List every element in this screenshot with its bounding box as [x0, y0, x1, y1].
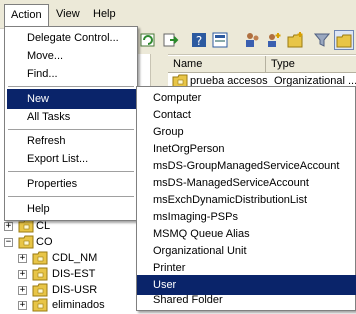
collapse-toggle[interactable]: − [4, 238, 13, 247]
menu-item-properties[interactable]: Properties [7, 174, 157, 194]
ou-folder-icon [32, 267, 48, 281]
menu-item-new[interactable]: New ▶ [7, 89, 157, 109]
add-ou-icon[interactable] [286, 31, 304, 49]
menu-separator [8, 171, 134, 172]
svg-text:?: ? [196, 34, 202, 48]
menu-separator [8, 129, 134, 130]
submenu-item-shared-folder[interactable]: Shared Folder [137, 292, 356, 309]
toolbar: ? [137, 28, 356, 55]
menu-item-help[interactable]: Help [7, 199, 157, 219]
menu-bar: Action View Help [0, 0, 356, 29]
column-header-type[interactable]: Type [266, 56, 356, 72]
expand-toggle[interactable]: + [18, 270, 27, 279]
menu-item-export-list[interactable]: Export List... [7, 149, 157, 169]
new-submenu: Computer Contact Group InetOrgPerson msD… [136, 86, 356, 311]
tree-item-label: DIS-EST [52, 268, 96, 280]
expand-toggle[interactable]: + [4, 222, 13, 231]
add-user-icon[interactable] [264, 31, 282, 49]
folder-icon[interactable] [334, 30, 354, 50]
menu-separator [8, 196, 134, 197]
menu-item-all-tasks[interactable]: All Tasks ▶ [7, 107, 157, 127]
menu-item-refresh[interactable]: Refresh [7, 131, 157, 151]
menu-action[interactable]: Action [4, 4, 49, 28]
tree-item-label: eliminados [52, 299, 105, 311]
ou-folder-icon [18, 235, 34, 249]
ou-folder-icon [32, 251, 48, 265]
menu-item-label: New [27, 93, 50, 105]
expand-toggle[interactable]: + [18, 254, 27, 263]
menu-item-delegate-control[interactable]: Delegate Control... [7, 28, 157, 48]
ou-folder-icon [18, 219, 34, 233]
expand-toggle[interactable]: + [18, 301, 27, 310]
action-menu: Delegate Control... Move... Find... New … [4, 26, 157, 221]
menu-item-label: All Tasks [27, 111, 71, 123]
properties-icon[interactable] [211, 31, 229, 49]
menu-item-move[interactable]: Move... [7, 46, 157, 66]
column-header-name[interactable]: Name [168, 56, 266, 72]
filter-icon[interactable] [313, 31, 331, 49]
ou-folder-icon [32, 283, 48, 297]
menu-view[interactable]: View [50, 4, 86, 24]
export-list-icon[interactable] [161, 31, 179, 49]
menu-help[interactable]: Help [87, 4, 122, 24]
users-icon[interactable] [243, 31, 261, 49]
menu-item-find[interactable]: Find... [7, 64, 157, 84]
help-icon[interactable]: ? [190, 31, 208, 49]
ou-folder-icon [32, 298, 48, 312]
tree-item-label: CO [36, 236, 53, 248]
list-header: Name Type [168, 56, 356, 73]
expand-toggle[interactable]: + [18, 286, 27, 295]
tree-item-label: CDL_NM [52, 252, 98, 264]
menu-separator [8, 86, 134, 87]
